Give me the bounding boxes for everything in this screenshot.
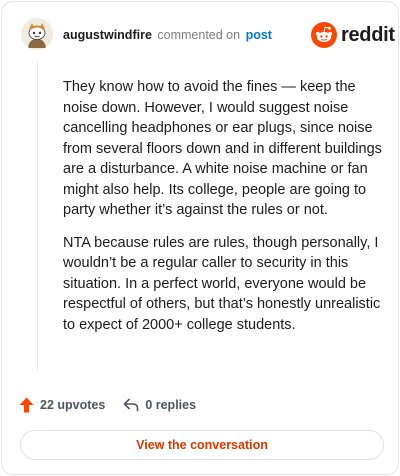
reply-arrow-icon [124, 398, 139, 412]
action-text: commented on [157, 28, 241, 42]
brand-name: reddit [341, 23, 395, 46]
comment-footer: 22 upvotes 0 replies [19, 394, 196, 416]
comment-card: augustwindfire commented on post reddit … [1, 1, 399, 475]
view-conversation-button[interactable]: View the conversation [20, 430, 384, 460]
reddit-logo[interactable]: reddit [311, 21, 395, 49]
thread-line [37, 62, 38, 370]
snoo-avatar-icon [21, 18, 53, 50]
upvote-arrow-icon [19, 397, 34, 413]
comment-paragraph: NTA because rules are rules, though pers… [63, 234, 381, 333]
avatar[interactable] [21, 18, 53, 50]
comment-header: augustwindfire commented on post [63, 27, 272, 43]
username-link[interactable]: augustwindfire [63, 28, 152, 42]
upvote-button[interactable]: 22 upvotes [19, 397, 105, 413]
reddit-snoo-icon [311, 22, 337, 48]
upvote-count: 22 upvotes [40, 398, 106, 412]
reply-count: 0 replies [145, 398, 197, 412]
comment-body: They know how to avoid the fines — keep … [63, 77, 383, 347]
post-link[interactable]: post [246, 28, 272, 42]
comment-paragraph: They know how to avoid the fines — keep … [63, 79, 382, 218]
replies-button[interactable]: 0 replies [123, 398, 196, 412]
